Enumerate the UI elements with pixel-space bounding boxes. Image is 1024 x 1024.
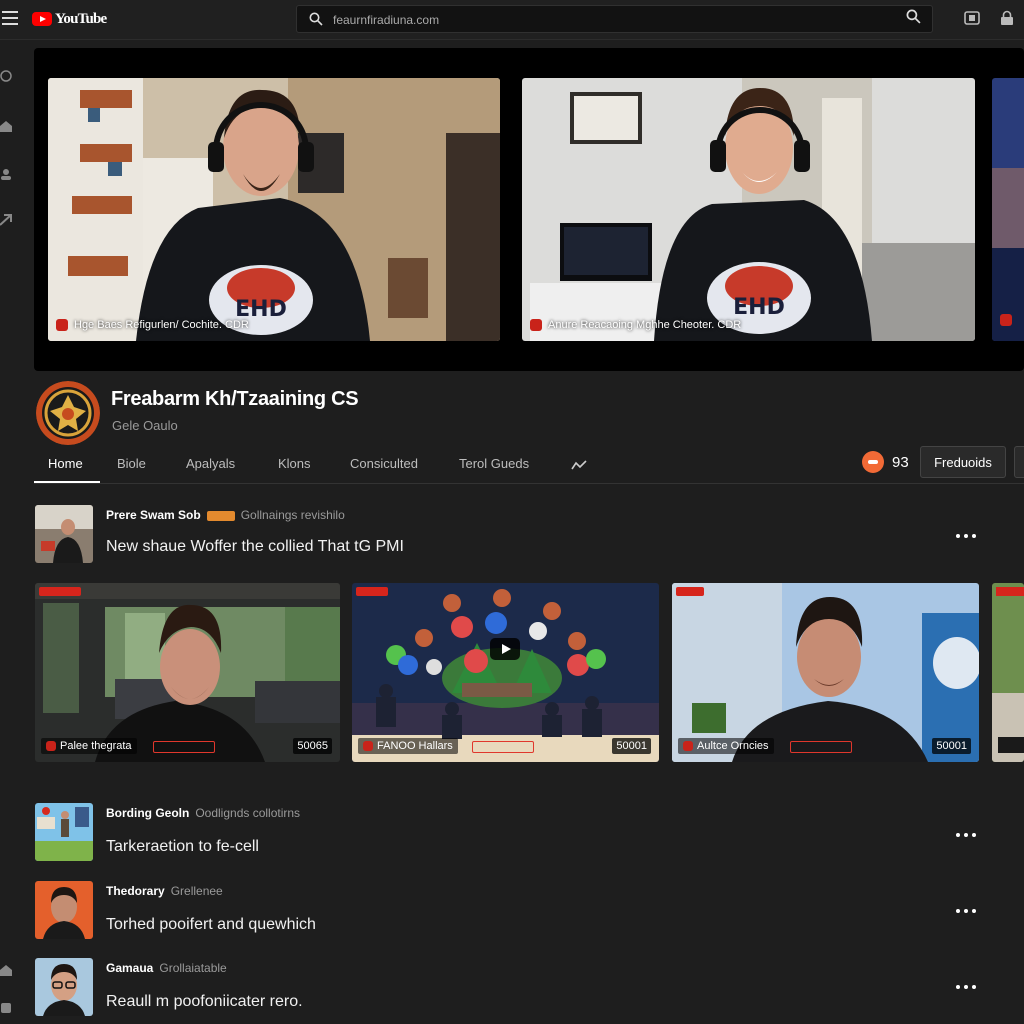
post-author-name[interactable]: Gamaua — [106, 961, 153, 975]
live-icon — [56, 319, 68, 331]
stream-thumbnail — [992, 78, 1024, 341]
video-thumbnail — [352, 583, 659, 762]
stream-card[interactable]: EHD Anure Reacaoing Mghhe Cheoter. CDR — [522, 78, 975, 341]
settings-icon[interactable] — [0, 1002, 12, 1014]
post-meta: Oodlignds collotirns — [195, 806, 301, 820]
post-tag-badge — [206, 510, 235, 521]
video-duration: 50065 — [293, 738, 332, 754]
stream-thumbnail: EHD — [522, 78, 975, 341]
channel-handle: Gele Oaulo — [112, 418, 178, 433]
stream-label: Hge Baes Refigurlen/ Cochite. CDR — [56, 319, 249, 331]
video-card[interactable]: Aultce Orncies 50001 — [672, 583, 979, 762]
post-meta: Gollnaings revishilo — [240, 508, 345, 522]
search-input[interactable] — [333, 10, 853, 30]
post-more-button[interactable] — [952, 903, 980, 919]
live-badge — [676, 587, 704, 596]
post-text: Reaull m poofoniicater rero. — [106, 993, 303, 1010]
share-icon[interactable] — [0, 214, 12, 226]
stream-card[interactable] — [992, 78, 1024, 341]
video-card[interactable] — [992, 583, 1024, 762]
post-text: Torhed pooifert and quewhich — [106, 916, 316, 933]
tab-apalyals[interactable]: Apalyals — [186, 456, 235, 471]
more-options-button[interactable] — [1014, 446, 1024, 478]
lock-icon[interactable] — [999, 10, 1015, 26]
search-bar — [296, 5, 933, 33]
tab-terol-gueds[interactable]: Terol Gueds — [459, 456, 529, 471]
top-bar: YouTube — [0, 0, 1024, 40]
video-thumbnail — [992, 583, 1024, 762]
menu-icon[interactable] — [2, 11, 18, 25]
search-button-icon[interactable] — [906, 9, 921, 24]
channel-avatar[interactable] — [36, 381, 100, 445]
profile-icon[interactable] — [0, 168, 12, 180]
post-author-name[interactable]: Thedorary — [106, 884, 165, 898]
channel-name: Freabarm Kh/Tzaaining CS — [111, 388, 359, 410]
video-thumbnail — [672, 583, 979, 762]
stream-label: Anure Reacaoing Mghhe Cheoter. CDR — [530, 319, 741, 331]
stream-title: Anure Reacaoing Mghhe Cheoter. CDR — [548, 319, 742, 331]
subscriber-number: 93 — [892, 453, 909, 471]
video-card[interactable]: Palee thegrata 50065 — [35, 583, 340, 762]
video-duration: 50001 — [932, 738, 971, 754]
video-title-text: FANOO Hallars — [377, 740, 453, 752]
video-title: Palee thegrata — [41, 738, 137, 754]
post-author[interactable]: Prere Swam Sob Gollnaings revishilo — [106, 508, 345, 522]
subscriber-count: 93 — [862, 451, 909, 473]
video-card[interactable]: FANOO Hallars 50001 — [352, 583, 659, 762]
post-more-button[interactable] — [952, 979, 980, 995]
active-tab-indicator — [34, 481, 100, 483]
live-icon — [530, 319, 542, 331]
explore-icon[interactable] — [0, 70, 12, 82]
post-thumbnail[interactable] — [35, 505, 93, 563]
post-author[interactable]: Thedorary Grellenee — [106, 884, 223, 898]
post-meta: Grellenee — [170, 884, 223, 898]
tab-consiculted[interactable]: Consiculted — [350, 456, 418, 471]
live-icon — [363, 741, 373, 751]
post-text: New shaue Woffer the collied That tG PMI — [106, 538, 404, 555]
video-title: FANOO Hallars — [358, 738, 458, 754]
video-title-text: Palee thegrata — [60, 740, 132, 752]
post-more-button[interactable] — [952, 528, 980, 544]
featured-streams: EHD Hge Baes Refigurlen/ Cochite. CDR EH… — [34, 48, 1024, 371]
video-chip — [153, 741, 215, 753]
stream-card[interactable]: EHD Hge Baes Refigurlen/ Cochite. CDR — [48, 78, 500, 341]
post-more-button[interactable] — [952, 827, 980, 843]
tab-klons[interactable]: Klons — [278, 456, 311, 471]
youtube-play-icon — [32, 12, 52, 26]
video-title: Aultce Orncies — [678, 738, 774, 754]
create-icon[interactable] — [964, 10, 980, 26]
live-badge — [39, 587, 81, 596]
post-author-name[interactable]: Prere Swam Sob — [106, 508, 201, 522]
post-author[interactable]: Bording Geoln Oodlignds collotirns — [106, 806, 300, 820]
live-badge — [356, 587, 388, 596]
post-text: Tarkeraetion to fe-cell — [106, 838, 259, 855]
search-icon — [309, 12, 323, 26]
post-thumbnail[interactable] — [35, 958, 93, 1016]
tab-biole[interactable]: Biole — [117, 456, 146, 471]
library-icon[interactable] — [0, 964, 12, 976]
post-thumbnail[interactable] — [35, 803, 93, 861]
live-icon — [46, 741, 56, 751]
stream-title: Hge Baes Refigurlen/ Cochite. CDR — [74, 319, 249, 331]
post-meta: Grollaiatable — [159, 961, 227, 975]
video-thumbnail — [35, 583, 340, 762]
post-thumbnail[interactable] — [35, 881, 93, 939]
play-button[interactable] — [490, 638, 520, 660]
trending-icon[interactable] — [571, 459, 587, 471]
logo-text: YouTube — [55, 10, 107, 27]
follow-button[interactable]: Freduoids — [920, 446, 1006, 478]
video-title-text: Aultce Orncies — [697, 740, 769, 752]
youtube-logo[interactable]: YouTube — [32, 10, 107, 28]
subscriber-icon — [862, 451, 884, 473]
svg-text:EHD: EHD — [733, 295, 785, 320]
video-duration: 50001 — [612, 738, 651, 754]
live-icon — [683, 741, 693, 751]
post-author[interactable]: Gamaua Grollaiatable — [106, 961, 227, 975]
stream-thumbnail: EHD — [48, 78, 500, 341]
video-chip — [790, 741, 852, 753]
video-chip — [472, 741, 534, 753]
post-author-name[interactable]: Bording Geoln — [106, 806, 189, 820]
tab-home[interactable]: Home — [48, 456, 83, 471]
home-icon[interactable] — [0, 120, 12, 132]
